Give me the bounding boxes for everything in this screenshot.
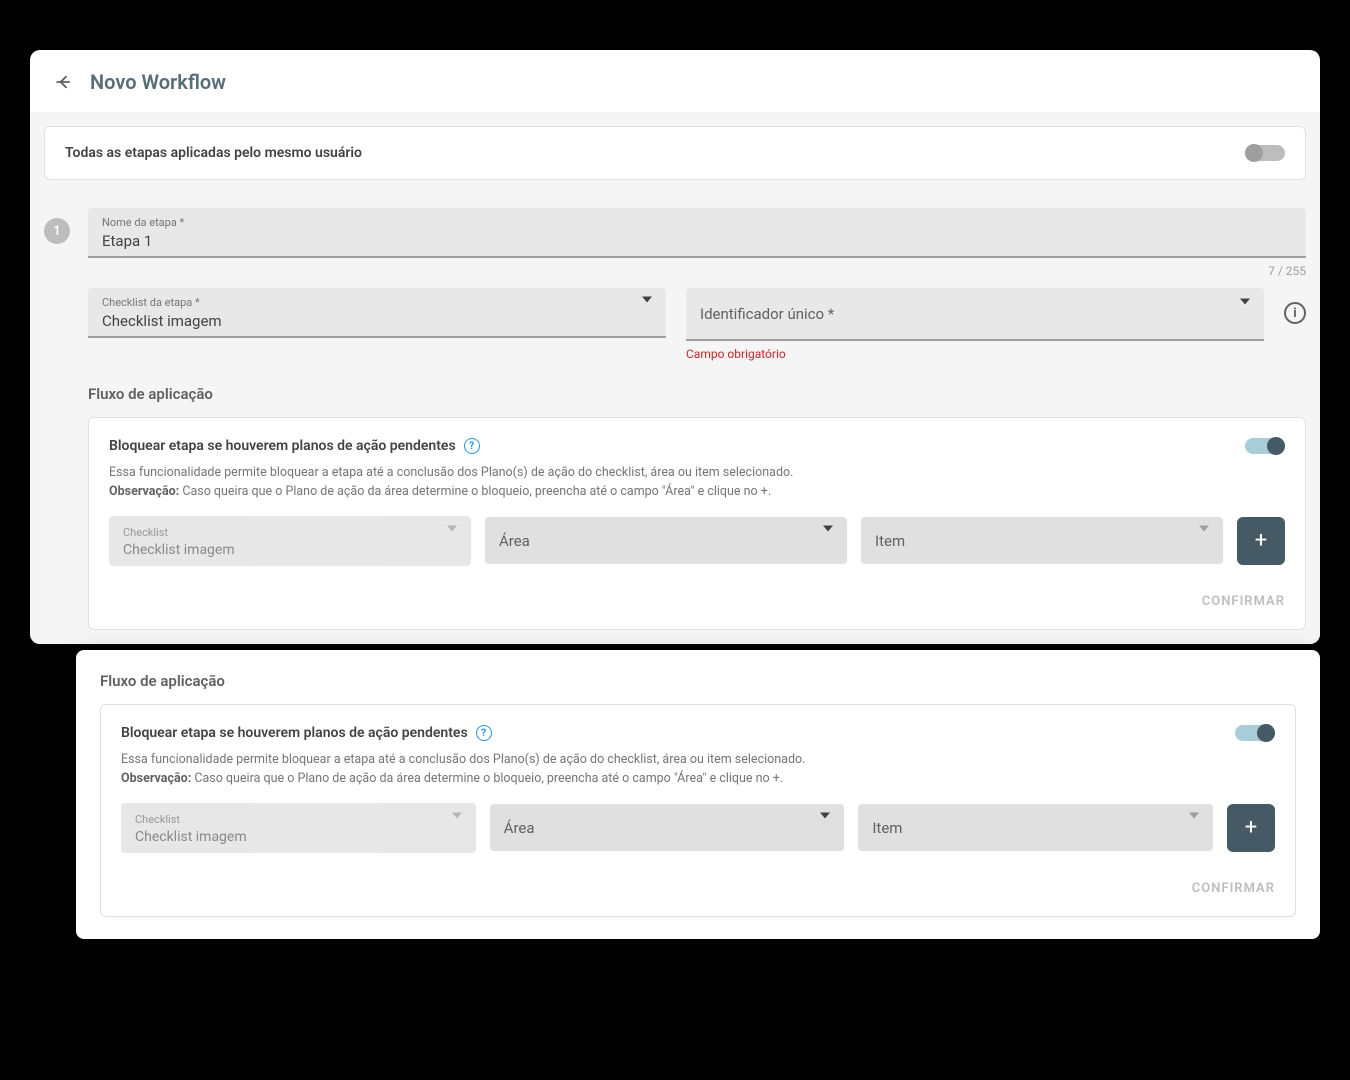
confirm-button-2[interactable]: CONFIRMAR [1192, 881, 1275, 896]
chevron-down-icon [823, 531, 833, 550]
flow-item-select[interactable]: Item [861, 517, 1223, 564]
chevron-down-icon [820, 818, 830, 837]
identifier-select[interactable]: Identificador único * [686, 288, 1264, 341]
step-row-2: Checklist da etapa * Checklist imagem Id… [88, 288, 1306, 361]
flow-header: Bloquear etapa se houverem planos de açã… [109, 438, 1285, 454]
confirm-button[interactable]: CONFIRMAR [1202, 594, 1285, 609]
flow-area-select[interactable]: Área [485, 517, 847, 564]
flow-header-2: Bloquear etapa se houverem planos de açã… [121, 725, 1275, 741]
chevron-down-icon [447, 531, 457, 550]
chevron-down-icon [642, 303, 652, 322]
same-user-setting-card: Todas as etapas aplicadas pelo mesmo usu… [44, 126, 1306, 180]
identifier-error: Campo obrigatório [686, 347, 1264, 361]
chevron-down-icon [1199, 531, 1209, 550]
content-area: Todas as etapas aplicadas pelo mesmo usu… [30, 112, 1320, 644]
step-number-badge: 1 [44, 218, 70, 244]
flow-checklist-value: Checklist imagem [123, 542, 235, 558]
block-step-title: Bloquear etapa se houverem planos de açã… [109, 438, 456, 454]
flow-checklist-select[interactable]: Checklist Checklist imagem [109, 516, 471, 566]
flow-checklist-label: Checklist [123, 526, 457, 539]
confirm-action: CONFIRMAR [109, 590, 1285, 609]
add-button-2[interactable]: + [1227, 804, 1275, 852]
chevron-down-icon [1240, 304, 1250, 323]
flow-area-select-2[interactable]: Área [490, 804, 845, 851]
flow-fields-row: Checklist Checklist imagem Área Item [109, 516, 1285, 566]
confirm-action-2: CONFIRMAR [121, 877, 1275, 896]
flow-card-2: Bloquear etapa se houverem planos de açã… [100, 704, 1296, 917]
header: Novo Workflow [30, 70, 1320, 112]
back-arrow-icon[interactable] [54, 72, 74, 92]
flow-fields-row-2: Checklist Checklist imagem Área Item + [121, 803, 1275, 853]
page-title: Novo Workflow [90, 70, 226, 94]
flow-description-2: Essa funcionalidade permite bloquear a e… [121, 751, 1275, 789]
step-body: Nome da etapa * Etapa 1 7 / 255 Checklis… [88, 208, 1306, 630]
chevron-down-icon [452, 818, 462, 837]
same-user-toggle[interactable] [1245, 145, 1285, 161]
step-name-field[interactable]: Nome da etapa * Etapa 1 [88, 208, 1306, 258]
checklist-value: Checklist imagem [102, 312, 222, 330]
chevron-down-icon [1189, 818, 1199, 837]
block-step-toggle[interactable] [1245, 438, 1285, 454]
block-step-toggle-2[interactable] [1235, 725, 1275, 741]
step-name-label: Nome da etapa * [102, 216, 1292, 229]
add-button[interactable]: + [1237, 517, 1285, 565]
flow-item-placeholder: Item [875, 532, 905, 550]
same-user-label: Todas as etapas aplicadas pelo mesmo usu… [65, 145, 362, 161]
flow-section-title-2: Fluxo de aplicação [100, 672, 1296, 690]
flow-checklist-select-2[interactable]: Checklist Checklist imagem [121, 803, 476, 853]
info-icon[interactable]: i [1284, 302, 1306, 324]
step-section: 1 Nome da etapa * Etapa 1 7 / 255 Checkl… [44, 208, 1306, 630]
step-name-char-count: 7 / 255 [88, 264, 1306, 278]
block-step-title-2: Bloquear etapa se houverem planos de açã… [121, 725, 468, 741]
flow-item-select-2[interactable]: Item [858, 804, 1213, 851]
flow-area-placeholder: Área [499, 532, 530, 550]
step-name-value: Etapa 1 [102, 232, 152, 250]
checklist-label: Checklist da etapa * [102, 296, 652, 309]
workflow-card: Novo Workflow Todas as etapas aplicadas … [30, 50, 1320, 644]
flow-card: Bloquear etapa se houverem planos de açã… [88, 417, 1306, 630]
flow-description: Essa funcionalidade permite bloquear a e… [109, 464, 1285, 502]
flow-section-title: Fluxo de aplicação [88, 385, 1306, 403]
float-flow-panel: Fluxo de aplicação Bloquear etapa se hou… [76, 650, 1320, 939]
help-icon[interactable]: ? [476, 725, 492, 741]
identifier-label: Identificador único * [700, 305, 834, 323]
checklist-select[interactable]: Checklist da etapa * Checklist imagem [88, 288, 666, 338]
help-icon[interactable]: ? [464, 438, 480, 454]
